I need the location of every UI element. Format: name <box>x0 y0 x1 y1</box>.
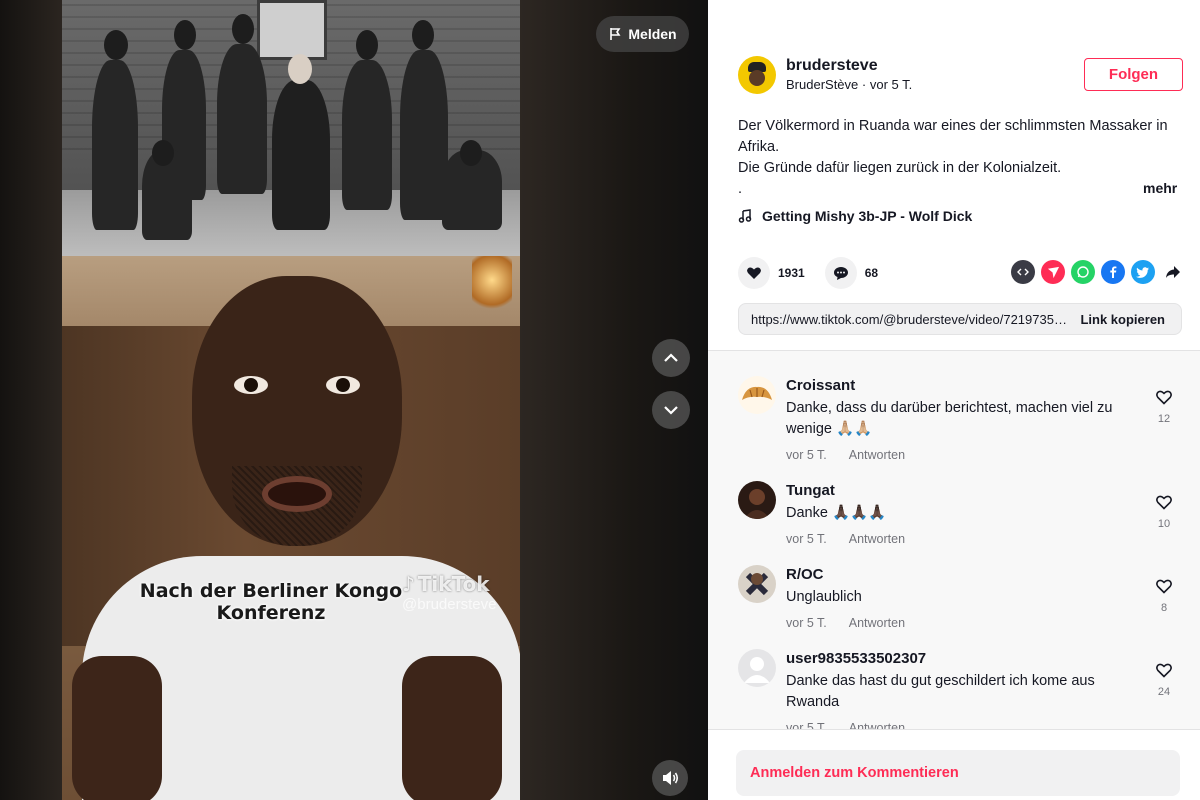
share-icons <box>1011 260 1185 284</box>
facebook-button[interactable] <box>1101 260 1125 284</box>
share-more-button[interactable] <box>1161 260 1185 284</box>
volume-button[interactable] <box>652 760 688 796</box>
engagement-stats: 1931 68 <box>738 257 898 289</box>
twitter-button[interactable] <box>1131 260 1155 284</box>
author-avatar[interactable] <box>738 56 776 94</box>
send-button[interactable] <box>1041 260 1065 284</box>
comment-like-count: 10 <box>1157 518 1171 530</box>
watermark-handle: @brudersteve <box>402 596 497 613</box>
comment-like-button[interactable]: 8 <box>1152 577 1176 614</box>
comment-text: Unglaublich <box>786 589 862 605</box>
next-video-button[interactable] <box>652 391 690 429</box>
description-line-2: Die Gründe dafür liegen zurück in der Ko… <box>738 160 1062 176</box>
comment-count: 68 <box>864 266 879 280</box>
chevron-up-icon <box>664 353 678 362</box>
reply-button[interactable]: Antworten <box>849 448 905 462</box>
reply-button[interactable]: Antworten <box>849 616 905 630</box>
video-url[interactable]: https://www.tiktok.com/@brudersteve/vide… <box>739 312 1068 327</box>
commenter-name[interactable]: Croissant <box>786 376 1126 396</box>
author-display-name: BruderStève <box>786 77 859 92</box>
description-line-3: . <box>738 181 743 197</box>
tiktok-watermark: ♪ TikTok @brudersteve <box>402 572 496 613</box>
heart-icon <box>747 267 761 279</box>
heart-outline-icon <box>1156 495 1172 510</box>
comment-text: Danke 🙏🏿🙏🏿🙏🏿 <box>786 505 887 521</box>
commenter-name[interactable]: R/OC <box>786 565 1126 585</box>
twitter-icon <box>1136 267 1149 278</box>
commenter-avatar[interactable] <box>738 649 776 687</box>
reply-button[interactable]: Antworten <box>849 532 905 546</box>
comment-time: vor 5 T. <box>786 532 827 546</box>
like-count: 1931 <box>778 266 805 280</box>
user-photo-avatar-icon <box>745 572 769 596</box>
comment-like-count: 24 <box>1157 686 1171 698</box>
comment-button[interactable] <box>824 257 857 289</box>
music-link[interactable]: Getting Mishy 3b-JP - Wolf Dick <box>738 208 972 224</box>
whatsapp-icon <box>1077 266 1089 278</box>
author-username[interactable]: brudersteve <box>786 56 912 76</box>
speaker-icon <box>663 771 679 785</box>
login-to-comment-button[interactable]: Anmelden zum Kommentieren <box>736 750 1180 796</box>
video-link-box: https://www.tiktok.com/@brudersteve/vide… <box>738 303 1182 335</box>
comment-time: vor 5 T. <box>786 721 827 729</box>
heart-outline-icon <box>1156 390 1172 405</box>
music-note-icon <box>738 209 752 223</box>
commenter-avatar[interactable] <box>738 376 776 414</box>
comment-like-button[interactable]: 10 <box>1152 493 1176 530</box>
video-stage[interactable]: Nach der Berliner Kongo Konferenz ♪ TikT… <box>0 0 708 800</box>
archival-photo <box>62 0 520 256</box>
music-title: Getting Mishy 3b-JP - Wolf Dick <box>762 208 973 224</box>
tiktok-logo-icon: ♪ <box>402 572 415 596</box>
embed-button[interactable] <box>1011 260 1035 284</box>
croissant-avatar-icon <box>742 386 772 400</box>
copy-link-button[interactable]: Link kopieren <box>1068 312 1181 327</box>
comment-like-button[interactable]: 24 <box>1152 661 1176 698</box>
description-line-1: Der Völkermord in Ruanda war eines der s… <box>738 118 1168 155</box>
comment-list[interactable]: Croissant Danke, dass du darüber bericht… <box>708 351 1200 729</box>
blurred-background-left <box>0 0 62 800</box>
comment-text: Danke das hast du gut geschildert ich ko… <box>786 673 1095 710</box>
comment-like-count: 8 <box>1160 602 1168 614</box>
user-photo-avatar-icon <box>744 489 770 519</box>
comment-like-button[interactable]: 12 <box>1152 388 1176 425</box>
flag-icon <box>610 28 621 40</box>
default-user-icon <box>744 657 770 683</box>
send-icon <box>1047 266 1059 278</box>
comment-like-count: 12 <box>1157 413 1171 425</box>
comment-time: vor 5 T. <box>786 616 827 630</box>
report-label: Melden <box>628 26 677 42</box>
presenter-video-frame <box>62 256 520 800</box>
comment-text: Danke, dass du darüber berichtest, mache… <box>786 400 1113 437</box>
embed-icon <box>1017 268 1029 276</box>
report-button[interactable]: Melden <box>596 16 689 52</box>
whatsapp-button[interactable] <box>1071 260 1095 284</box>
watermark-logo-text: TikTok <box>417 572 490 596</box>
facebook-icon <box>1110 266 1117 278</box>
like-button[interactable] <box>738 257 770 289</box>
more-link[interactable]: mehr <box>1143 180 1177 196</box>
heart-outline-icon <box>1156 579 1172 594</box>
author-info[interactable]: brudersteve BruderStève · vor 5 T. <box>738 56 912 94</box>
post-time: vor 5 T. <box>869 77 913 92</box>
details-panel: brudersteve BruderStève · vor 5 T. Folge… <box>708 0 1200 800</box>
share-arrow-icon <box>1166 266 1180 278</box>
comment-time: vor 5 T. <box>786 448 827 462</box>
commenter-name[interactable]: user9835533502307 <box>786 649 1126 669</box>
commenter-name[interactable]: Tungat <box>786 481 1126 501</box>
commenter-avatar[interactable] <box>738 565 776 603</box>
video-player[interactable]: Nach der Berliner Kongo Konferenz ♪ TikT… <box>62 0 520 800</box>
author-subline: BruderStève · vor 5 T. <box>786 77 913 92</box>
chevron-down-icon <box>664 406 678 415</box>
heart-outline-icon <box>1156 663 1172 678</box>
follow-button[interactable]: Folgen <box>1084 58 1183 91</box>
reply-button[interactable]: Antworten <box>849 721 905 729</box>
commenter-avatar[interactable] <box>738 481 776 519</box>
previous-video-button[interactable] <box>652 339 690 377</box>
comment-bubble-icon <box>833 267 848 280</box>
comment-input-bar: Anmelden zum Kommentieren <box>708 729 1200 800</box>
video-description: Der Völkermord in Ruanda war eines der s… <box>738 116 1178 200</box>
